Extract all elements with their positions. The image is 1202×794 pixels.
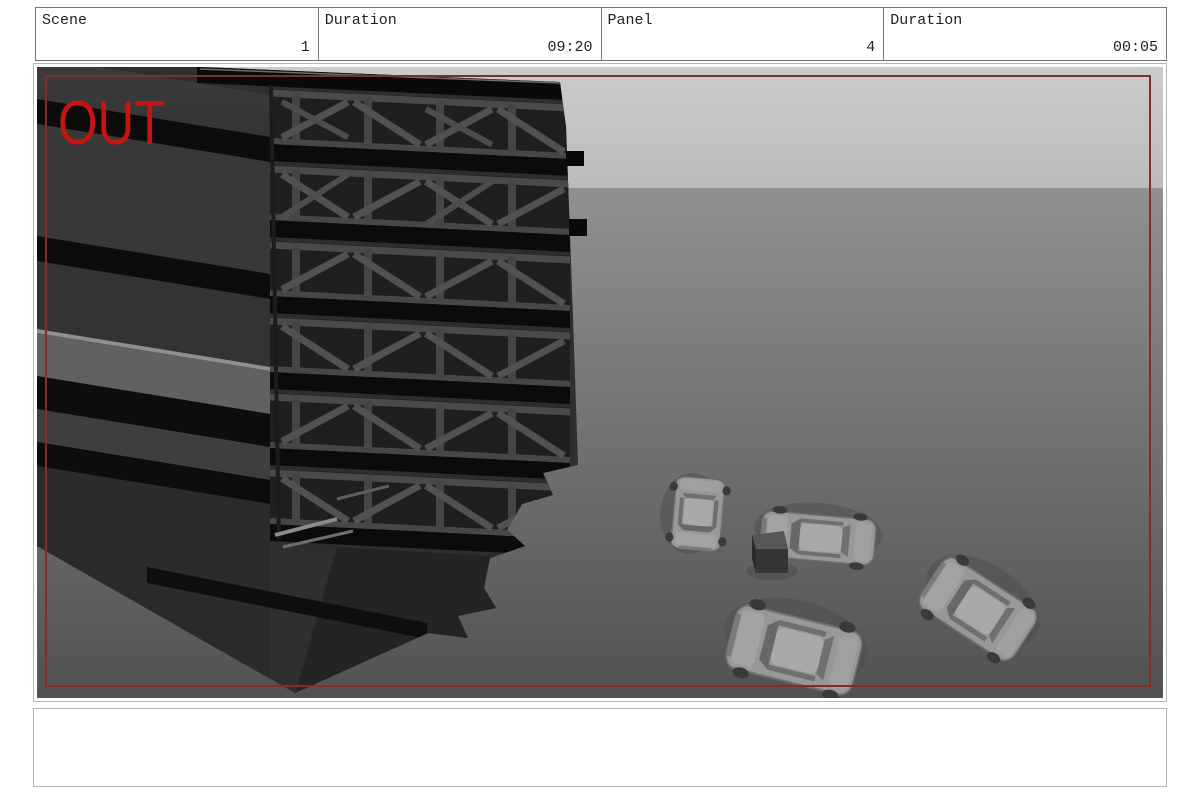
field-scene-duration[interactable]: Duration 09:20 <box>317 7 602 61</box>
field-scene[interactable]: Scene 1 <box>35 7 319 61</box>
field-panel-value: 4 <box>866 39 876 56</box>
out-marker: OUT <box>58 89 166 158</box>
field-panel-duration-label: Duration <box>890 12 963 29</box>
field-scene-duration-value: 09:20 <box>547 39 593 56</box>
field-panel-duration[interactable]: Duration 00:05 <box>883 7 1167 61</box>
storyboard-panel: OUT <box>33 63 1167 702</box>
scene-3d-render <box>37 67 1163 698</box>
caption-box[interactable] <box>33 708 1167 787</box>
panel-info-bar: Scene 1 Duration 09:20 Panel 4 Duration … <box>35 7 1167 61</box>
field-scene-value: 1 <box>300 39 310 56</box>
field-panel-label: Panel <box>607 12 653 29</box>
field-panel-duration-value: 00:05 <box>1112 39 1158 56</box>
field-panel[interactable]: Panel 4 <box>600 7 885 61</box>
field-scene-duration-label: Duration <box>324 12 397 29</box>
storyboard-frame-canvas[interactable]: OUT <box>37 67 1163 698</box>
field-scene-label: Scene <box>42 12 88 29</box>
